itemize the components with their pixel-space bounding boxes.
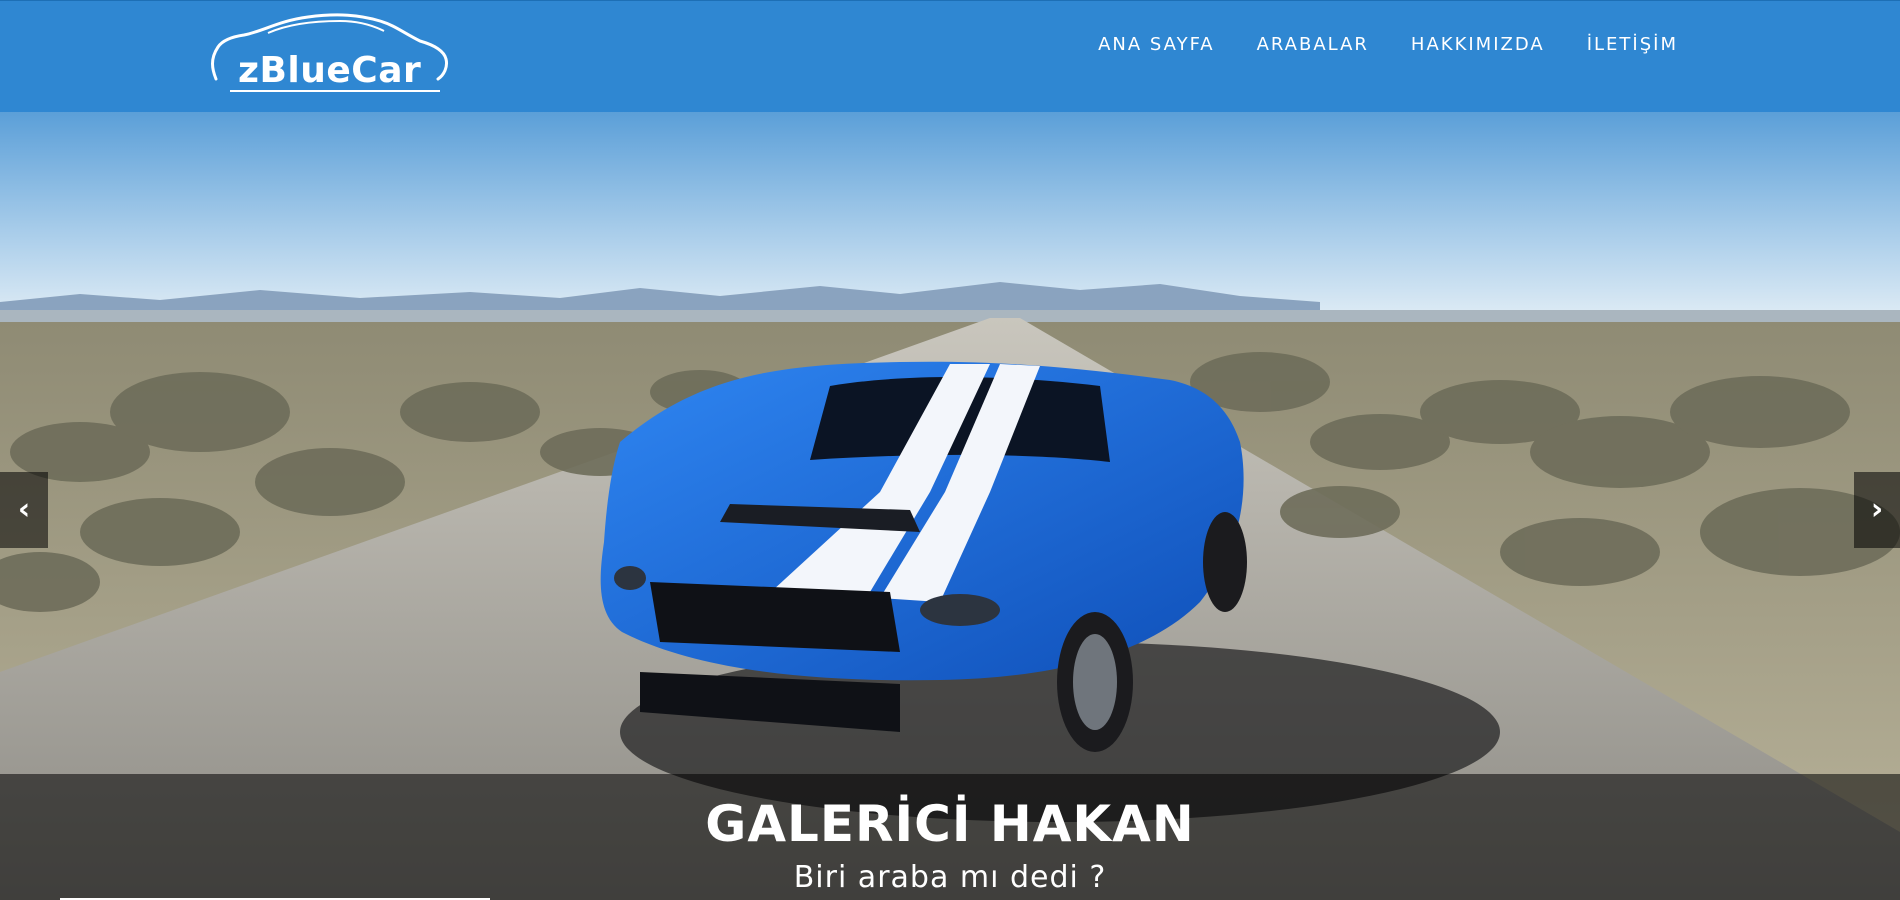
- nav-item-ana-sayfa[interactable]: ANA SAYFA: [1056, 31, 1215, 59]
- carousel-prev-button[interactable]: ‹: [0, 472, 48, 548]
- chevron-right-icon: ›: [1870, 492, 1884, 527]
- hero-title: GALERİCİ HAKAN: [705, 795, 1195, 853]
- brand-logo[interactable]: zBlueCar: [208, 13, 452, 97]
- main-nav: ANA SAYFA ARABALAR HAKKIMIZDA İLETİŞİM: [1056, 31, 1678, 59]
- chevron-left-icon: ‹: [17, 492, 31, 527]
- brand-name: zBlueCar: [238, 50, 422, 91]
- hero-carousel: GALERİCİ HAKAN Biri araba mı dedi ? ‹ ›: [0, 112, 1900, 900]
- nav-item-iletisim[interactable]: İLETİŞİM: [1545, 31, 1678, 59]
- nav-item-hakkimizda[interactable]: HAKKIMIZDA: [1369, 31, 1545, 59]
- nav-item-arabalar[interactable]: ARABALAR: [1215, 31, 1369, 59]
- carousel-next-button[interactable]: ›: [1854, 472, 1900, 548]
- hero-subtitle: Biri araba mı dedi ?: [793, 860, 1107, 895]
- navbar: zBlueCar ANA SAYFA ARABALAR HAKKIMIZDA İ…: [0, 0, 1900, 113]
